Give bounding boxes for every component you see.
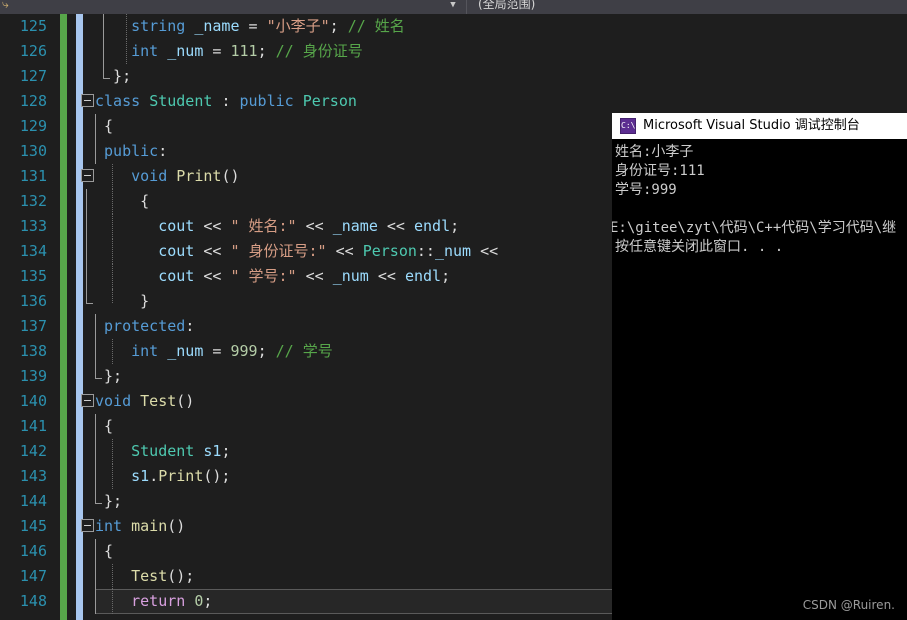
console-title-bar[interactable]: C:\ Microsoft Visual Studio 调试控制台 [612,113,907,139]
console-output-line: 学号:999 [615,182,677,198]
code-text: public: [95,142,168,160]
line-number: 135 [19,267,47,285]
code-text: protected: [95,317,195,335]
line-number: 147 [19,567,47,585]
chevron-down-icon[interactable]: ▼ [447,0,459,12]
code-text: cout << " 姓名:" << _name << endl; [95,217,460,235]
console-title-text: Microsoft Visual Studio 调试控制台 [643,118,860,133]
fold-toggle-icon[interactable] [81,94,94,107]
line-number: 136 [19,292,47,310]
code-text: { [95,192,150,210]
line-number: 128 [19,92,47,110]
console-output-line: 按任意键关闭此窗口. . . [615,239,784,255]
code-text: Test(); [95,567,195,585]
scope-dropdown-label[interactable]: (全局范围) [478,0,535,12]
code-text: int _num = 111; // 身份证号 [95,42,363,60]
line-number: 137 [19,317,47,335]
code-text: { [95,117,114,135]
debug-console-window[interactable]: C:\ Microsoft Visual Studio 调试控制台 姓名:小李子… [612,113,907,620]
line-number: 138 [19,342,47,360]
line-number: 139 [19,367,47,385]
line-number: 133 [19,217,47,235]
code-text: void Print() [95,167,240,185]
code-line[interactable]: 126 int _num = 111; // 身份证号 [0,39,907,64]
line-number: 144 [19,492,47,510]
code-text: void Test() [95,392,195,410]
code-text: s1.Print(); [95,467,231,485]
csdn-watermark: CSDN @Ruiren. [802,598,895,612]
code-text: cout << " 学号:" << _num << endl; [95,267,451,285]
code-text: int main() [95,517,186,535]
line-number: 127 [19,67,47,85]
line-number: 130 [19,142,47,160]
code-text: Student s1; [95,442,231,460]
code-line[interactable]: 125 string _name = "小李子"; // 姓名 [0,14,907,39]
code-line[interactable]: 128 class Student : public Person [0,89,907,114]
line-number: 125 [19,17,47,35]
code-text: class Student : public Person [95,92,357,110]
code-text: cout << " 身份证号:" << Person::_num << [95,242,499,260]
line-number: 131 [19,167,47,185]
console-output-line: 身份证号:111 [615,163,705,179]
code-text: { [95,542,114,560]
navbar-separator [466,0,467,14]
line-number: 142 [19,442,47,460]
console-cmd-icon: C:\ [620,118,636,134]
code-text: } [95,292,150,310]
line-number: 143 [19,467,47,485]
editor-navigation-bar: ⤷ ▼ (全局范围) [0,0,907,15]
code-text: int _num = 999; // 学号 [95,342,333,360]
console-output-area[interactable]: 姓名:小李子 身份证号:111 学号:999 E:\gitee\zyt\代码\C… [612,139,907,620]
console-output-line: E:\gitee\zyt\代码\C++代码\学习代码\继 [612,220,897,236]
code-text: }; [95,67,132,85]
line-number: 129 [19,117,47,135]
code-nav-icon: ⤷ [2,0,9,11]
line-number: 134 [19,242,47,260]
code-text: }; [95,492,123,510]
line-number: 140 [19,392,47,410]
line-number: 132 [19,192,47,210]
code-line[interactable]: 127 }; [0,64,907,89]
console-output-line: 姓名:小李子 [615,144,694,160]
line-number: 146 [19,542,47,560]
line-number: 145 [19,517,47,535]
fold-toggle-icon[interactable] [81,169,94,182]
line-number: 148 [19,592,47,610]
code-text: string _name = "小李子"; // 姓名 [95,17,405,35]
line-number: 141 [19,417,47,435]
fold-toggle-icon[interactable] [81,394,94,407]
code-text: return 0; [95,592,213,610]
fold-toggle-icon[interactable] [81,519,94,532]
code-text: { [95,417,114,435]
code-text: }; [95,367,123,385]
line-number: 126 [19,42,47,60]
